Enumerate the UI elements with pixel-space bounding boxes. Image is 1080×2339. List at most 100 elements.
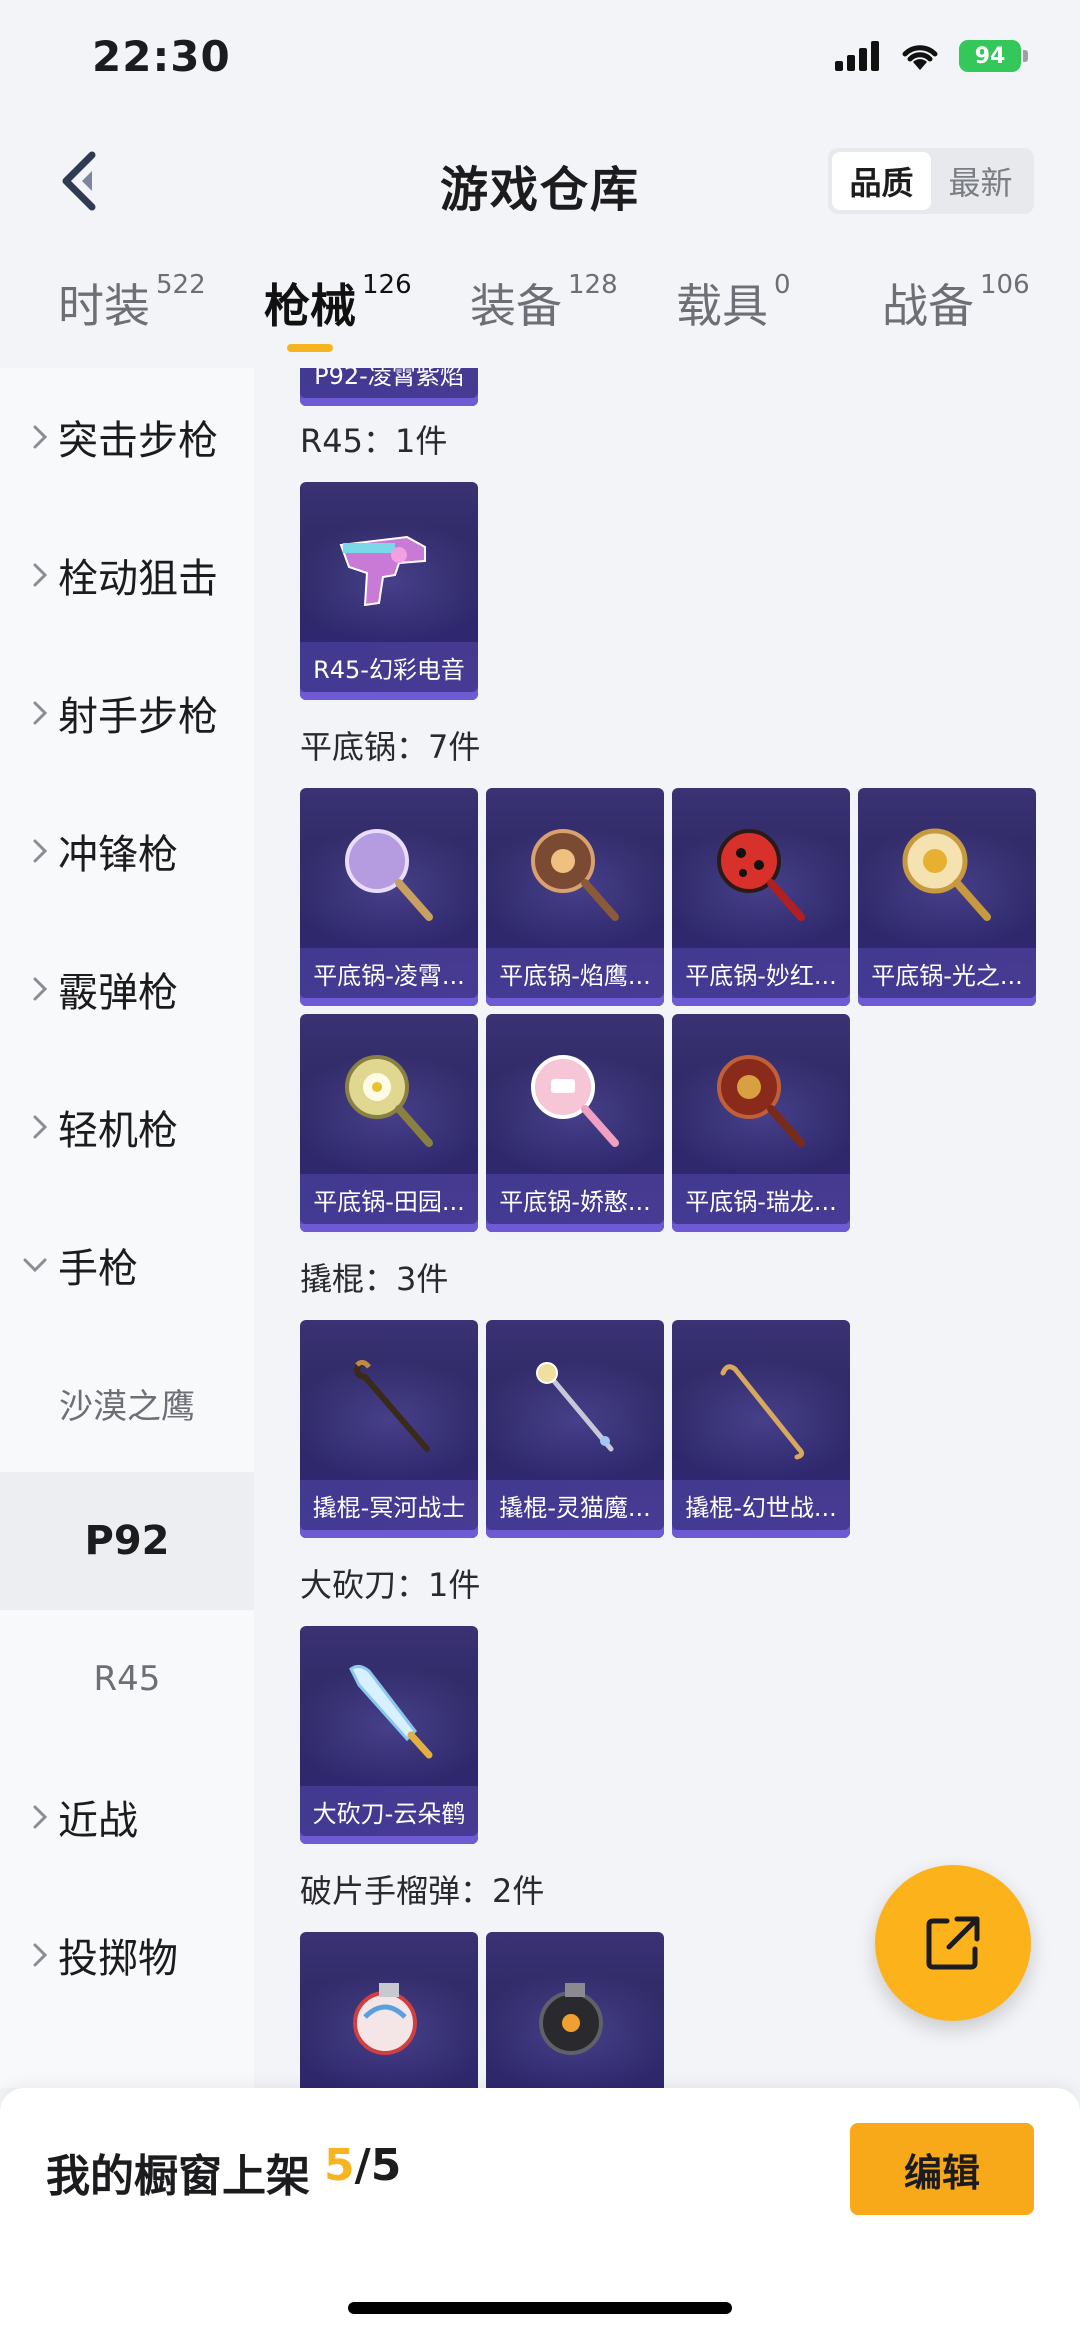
frying-pan-icon [672,798,850,948]
showcase-label: 我的橱窗上架 [46,2151,310,2202]
item-card[interactable]: 平底锅-妙红... [672,788,850,1006]
frying-pan-icon [486,1024,664,1174]
showcase-bottom-bar: 我的橱窗上架 5 /5 编辑 [0,2088,1080,2339]
chevron-right-icon [33,701,48,725]
tab-count: 106 [980,270,1030,300]
home-indicator[interactable] [348,2302,732,2314]
item-card[interactable]: 平底锅-娇憨... [486,1014,664,1232]
chevron-right-icon [33,1805,48,1829]
section-title-frag-grenade: 破片手榴弹：2件 [300,1872,545,1910]
sidebar-subitem-p92[interactable]: P92 [0,1472,254,1610]
status-time: 22:30 [92,32,231,81]
grenade-icon [300,1942,478,2088]
status-bar: 22:30 94 [0,0,1080,120]
share-fab-button[interactable] [875,1865,1031,2021]
active-tab-indicator [287,344,333,352]
share-external-icon [926,1916,980,1970]
section-title-frying-pan: 平底锅：7件 [300,728,481,766]
item-card[interactable]: 撬棍-灵猫魔... [486,1320,664,1538]
frying-pan-icon [486,798,664,948]
category-sidebar: 突击步枪 栓动狙击 射手步枪 冲锋枪 霰弹枪 轻机枪 手枪 沙漠之鹰 P92 R… [0,368,254,2088]
chevron-down-icon [23,1258,47,1273]
edit-button[interactable]: 编辑 [850,2123,1034,2215]
item-card[interactable]: 平底锅-焰鹰... [486,788,664,1006]
item-name: 平底锅-瑞龙... [672,1174,850,1224]
item-card[interactable]: 大砍刀-云朵鹤 [300,1626,478,1844]
frying-pan-icon [300,1024,478,1174]
tab-equipment[interactable]: 装备 128 [470,270,618,336]
item-card-partial[interactable]: P92-凌霄紫焰 [300,368,478,406]
sidebar-item-label: 手枪 [58,1246,138,1292]
item-name: 平底锅-光之... [858,948,1036,998]
sidebar-item-label: 射手步枪 [58,694,218,740]
grenade-icon [486,1942,664,2088]
tab-vehicles[interactable]: 载具 0 [676,270,791,336]
item-card[interactable]: 撬棍-冥河战士 [300,1320,478,1538]
item-card[interactable]: 平底锅-瑞龙... [672,1014,850,1232]
tab-supplies[interactable]: 战备 106 [882,270,1030,336]
sidebar-subitem-desert-eagle[interactable]: 沙漠之鹰 [0,1334,254,1472]
sidebar-item-label: 投掷物 [58,1936,178,1982]
sidebar-item-label: 冲锋枪 [58,832,178,878]
sidebar-item-bolt-sniper[interactable]: 栓动狙击 [0,506,254,644]
cellular-signal-icon [835,41,879,71]
item-name: 平底锅-妙红... [672,948,850,998]
tab-count: 522 [156,270,206,300]
sidebar-item-label: 突击步枪 [58,418,218,464]
section-title-machete: 大砍刀：1件 [300,1566,481,1604]
item-card[interactable]: 平底锅-光之... [858,788,1036,1006]
item-card[interactable] [300,1932,478,2088]
section-title-r45: R45：1件 [300,422,448,460]
item-name: P92-凌霄紫焰 [300,368,478,398]
sidebar-item-lmg[interactable]: 轻机枪 [0,1058,254,1196]
sidebar-item-assault-rifle[interactable]: 突击步枪 [0,368,254,506]
item-name: 撬棍-幻世战... [672,1480,850,1530]
tab-count: 128 [568,270,618,300]
item-name: 平底锅-田园... [300,1174,478,1224]
crowbar-icon [300,1330,478,1480]
sidebar-item-smg[interactable]: 冲锋枪 [0,782,254,920]
item-card[interactable]: R45-幻彩电音 [300,482,478,700]
tab-count: 0 [774,270,791,300]
sidebar-subitem-r45[interactable]: R45 [0,1610,254,1748]
item-card[interactable] [486,1932,664,2088]
tab-firearms[interactable]: 枪械 126 [264,270,412,336]
chevron-right-icon [33,425,48,449]
sort-toggle: 品质 最新 [828,148,1034,214]
nav-header: 游戏仓库 品质 最新 [0,120,1080,240]
item-name: 平底锅-凌霄... [300,948,478,998]
revolver-icon [300,492,478,642]
item-name: 撬棍-灵猫魔... [486,1480,664,1530]
sidebar-item-shotgun[interactable]: 霰弹枪 [0,920,254,1058]
tab-label: 装备 [470,279,562,333]
showcase-count-current: 5 [324,2140,355,2191]
frying-pan-icon [300,798,478,948]
sidebar-item-label: 轻机枪 [58,1108,178,1154]
chevron-right-icon [33,977,48,1001]
chevron-right-icon [33,839,48,863]
wifi-icon [902,45,938,70]
sidebar-item-label: 近战 [58,1798,138,1844]
chevron-right-icon [33,1115,48,1139]
crowbar-icon [672,1330,850,1480]
item-card[interactable]: 平底锅-凌霄... [300,788,478,1006]
sidebar-item-pistol[interactable]: 手枪 [0,1196,254,1334]
item-card[interactable]: 平底锅-田园... [300,1014,478,1232]
sort-quality-option[interactable]: 品质 [832,152,931,210]
tab-label: 载具 [676,279,768,333]
item-card[interactable]: 撬棍-幻世战... [672,1320,850,1538]
sidebar-item-throwables[interactable]: 投掷物 [0,1886,254,2024]
machete-icon [300,1636,478,1786]
showcase-count-total: /5 [354,2140,402,2191]
showcase-status: 我的橱窗上架 5 /5 [46,2140,401,2204]
tab-label: 枪械 [264,279,356,333]
sidebar-item-melee[interactable]: 近战 [0,1748,254,1886]
item-name: 平底锅-娇憨... [486,1174,664,1224]
sort-newest-option[interactable]: 最新 [931,152,1030,210]
tab-label: 时装 [58,279,150,333]
sidebar-item-marksman-rifle[interactable]: 射手步枪 [0,644,254,782]
chevron-right-icon [33,1943,48,1967]
tab-fashion[interactable]: 时装 522 [58,270,206,336]
sidebar-item-label: 栓动狙击 [58,556,218,602]
item-name: R45-幻彩电音 [300,642,478,692]
